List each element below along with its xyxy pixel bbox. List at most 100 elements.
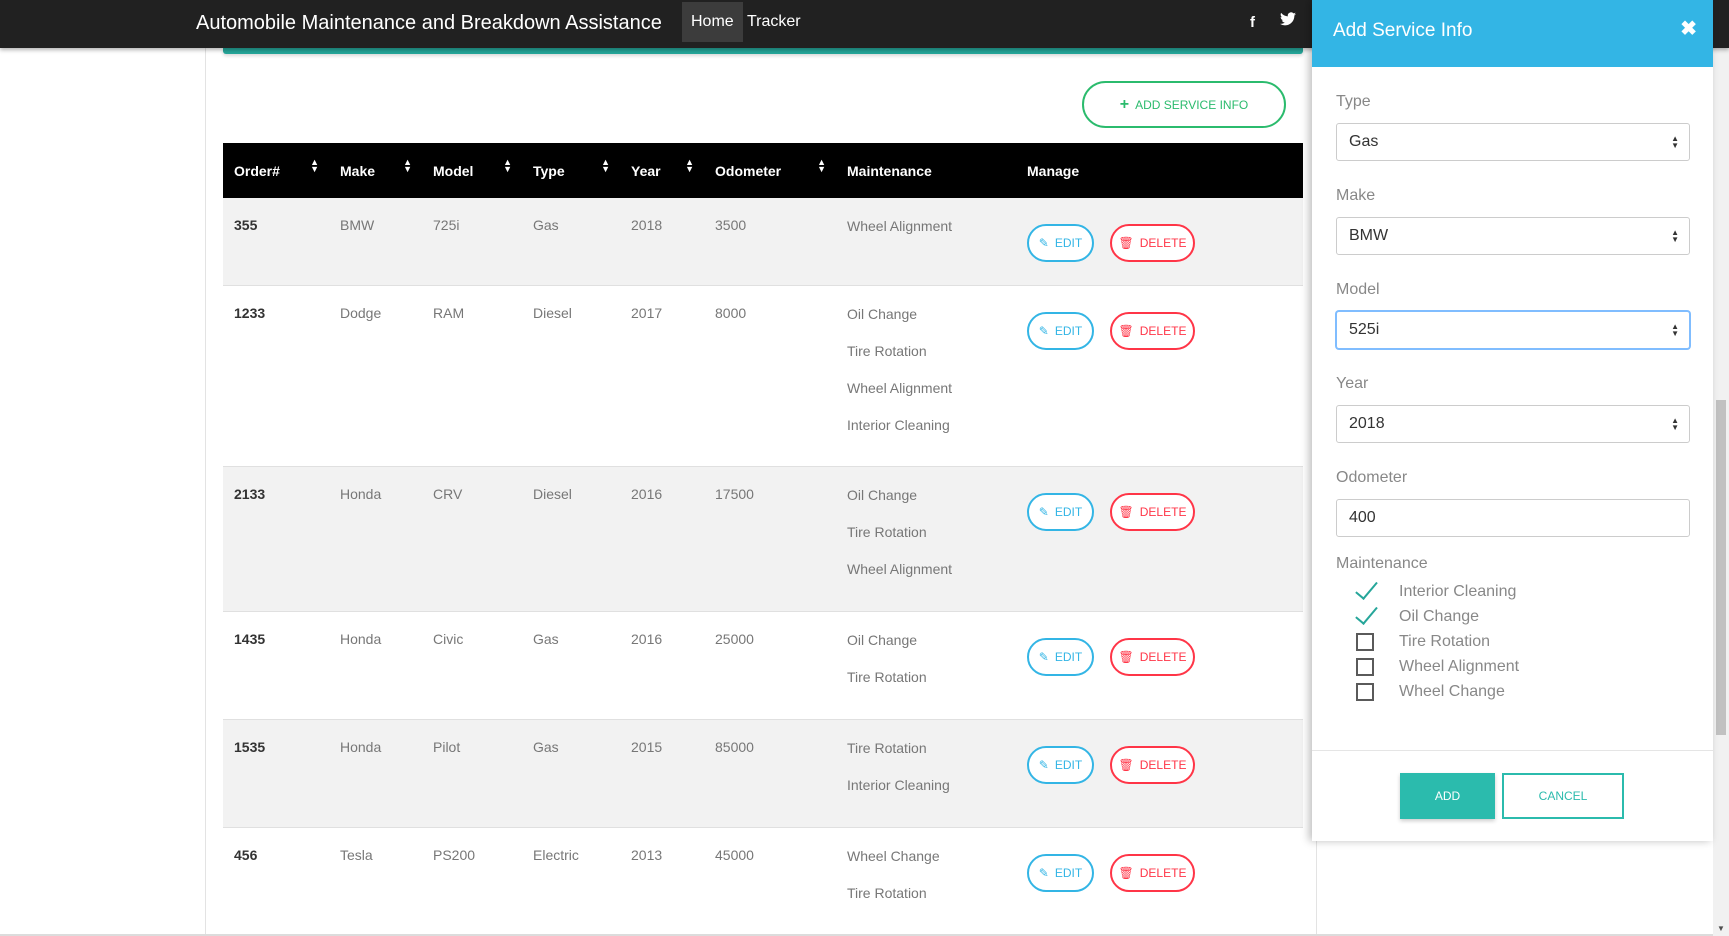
unchecked-checkbox-icon[interactable] [1356,633,1374,651]
maintenance-checkbox-item[interactable]: Wheel Change [1356,681,1505,703]
model-select[interactable]: 525i ▲ ▼ [1336,311,1690,349]
pencil-icon: ✎ [1038,236,1049,250]
odometer-cell: 45000 [715,846,754,863]
delete-label: DELETE [1139,236,1187,250]
year-label: Year [1336,375,1369,392]
make-cell: Honda [340,738,382,755]
maintenance-item: Oil Change [847,305,918,322]
order-cell: 456 [234,846,258,863]
edit-label: EDIT [1054,865,1083,880]
maintenance-cell: Tire Rotation Interior Cleaning [836,719,1016,827]
twitter-icon[interactable] [1280,12,1296,30]
maintenance-checkbox-item[interactable]: Oil Change [1356,606,1479,628]
odometer-cell: 85000 [715,738,754,755]
maintenance-item: Wheel Change [847,847,940,864]
brand-title[interactable]: Automobile Maintenance and Breakdown Ass… [196,0,662,48]
type-cell: Diesel [533,304,572,321]
delete-label: DELETE [1139,649,1187,664]
type-cell: Diesel [533,485,572,502]
maintenance-item: Wheel Alignment [847,218,953,234]
odometer-input-value: 400 [1349,509,1376,526]
header-accent-strip [223,48,1303,54]
sort-icon[interactable]: ▲ ▼ [601,158,610,174]
type-select[interactable]: Gas ▲ ▼ [1336,123,1690,161]
add-service-info-label: ADD SERVICE INFO [1135,97,1249,112]
header-order[interactable]: Order# ▲ ▼ [223,143,329,198]
select-caret-icon: ▲ ▼ [1671,322,1679,338]
odometer-cell: 17500 [715,485,754,502]
sort-icon[interactable]: ▲ ▼ [403,158,412,174]
make-label: Make [1336,187,1376,204]
facebook-icon[interactable]: f [1250,14,1255,31]
edit-button[interactable]: ✎ EDIT [1027,853,1094,892]
type-cell: Gas [533,630,559,647]
maintenance-item: Interior Cleaning [847,416,950,433]
maintenance-checkbox-item[interactable]: Wheel Alignment [1356,656,1519,678]
type-select-value: Gas [1349,133,1379,150]
edit-button[interactable]: ✎ EDIT [1027,745,1094,784]
edit-button[interactable]: ✎ EDIT [1027,311,1094,350]
year-select-value: 2018 [1349,415,1385,432]
sort-icon[interactable]: ▲ ▼ [817,158,826,174]
type-label: Type [1336,93,1371,110]
scroll-thumb[interactable] [1716,400,1726,735]
delete-button[interactable]: 🗑 DELETE [1110,637,1195,676]
delete-button[interactable]: 🗑 DELETE [1110,745,1195,784]
odometer-input[interactable]: 400 [1336,499,1690,537]
nav-tracker[interactable]: Tracker [738,2,810,42]
checkbox-label: Wheel Change [1399,683,1505,700]
maintenance-item: Oil Change [847,631,918,648]
main-content: + ADD SERVICE INFO Order# ▲ ▼ Make ▲ ▼ Model… [205,48,1317,936]
edit-label: EDIT [1054,236,1083,250]
table-row: 456 Tesla PS200 Electric 2013 45000 Wheel Chan… [223,827,1303,935]
header-year[interactable]: Year ▲ ▼ [620,143,704,198]
sort-icon[interactable]: ▲ ▼ [310,158,319,174]
header-type[interactable]: Type ▲ ▼ [522,143,620,198]
manage-cell: ✎ EDIT 🗑 DELETE [1016,719,1303,827]
sort-icon[interactable]: ▲ ▼ [503,158,512,174]
year-cell: 2017 [631,304,663,321]
cancel-button[interactable]: CANCEL [1502,773,1624,819]
header-odometer[interactable]: Odometer ▲ ▼ [704,143,836,198]
add-service-panel: Add Service Info ✖ Type Gas ▲ ▼ Make BMW … [1312,0,1713,841]
delete-button[interactable]: 🗑 DELETE [1110,492,1195,531]
order-cell: 2133 [234,485,266,502]
make-select-value: BMW [1349,227,1389,244]
manage-cell: ✎ EDIT 🗑 DELETE [1016,285,1303,466]
year-select[interactable]: 2018 ▲ ▼ [1336,405,1690,443]
maintenance-item: Tire Rotation [847,523,927,540]
pencil-icon: ✎ [1038,757,1049,772]
page-scrollbar[interactable]: ▲ ▼ [1713,0,1729,936]
model-cell: Pilot [433,738,461,755]
add-button[interactable]: ADD [1400,773,1495,819]
edit-button[interactable]: ✎ EDIT [1027,637,1094,676]
unchecked-checkbox-icon[interactable] [1356,683,1374,701]
panel-title: Add Service Info [1333,20,1473,41]
checked-checkbox-icon[interactable] [1356,606,1374,628]
delete-button[interactable]: 🗑 DELETE [1110,224,1195,262]
unchecked-checkbox-icon[interactable] [1356,658,1374,676]
header-make[interactable]: Make ▲ ▼ [329,143,422,198]
order-cell: 355 [234,217,258,233]
year-cell: 2018 [631,217,663,233]
delete-button[interactable]: 🗑 DELETE [1110,311,1195,350]
nav-home[interactable]: Home [682,2,743,42]
year-cell: 2016 [631,630,663,647]
header-model[interactable]: Model ▲ ▼ [422,143,522,198]
close-icon[interactable]: ✖ [1680,16,1697,41]
trash-icon: 🗑 [1118,236,1134,250]
make-select[interactable]: BMW ▲ ▼ [1336,217,1690,255]
scroll-down-icon[interactable]: ▼ [1717,924,1725,933]
delete-button[interactable]: 🗑 DELETE [1110,853,1195,892]
edit-button[interactable]: ✎ EDIT [1027,492,1094,531]
sort-icon[interactable]: ▲ ▼ [685,158,694,174]
add-service-info-button[interactable]: + ADD SERVICE INFO [1082,81,1286,128]
maintenance-checkbox-item[interactable]: Tire Rotation [1356,631,1490,653]
checked-checkbox-icon[interactable] [1356,581,1374,603]
pencil-icon: ✎ [1038,649,1049,664]
checkbox-label: Interior Cleaning [1399,583,1517,600]
edit-button[interactable]: ✎ EDIT [1027,224,1094,262]
delete-label: DELETE [1139,865,1187,880]
delete-label: DELETE [1139,323,1187,338]
maintenance-checkbox-item[interactable]: Interior Cleaning [1356,581,1516,603]
